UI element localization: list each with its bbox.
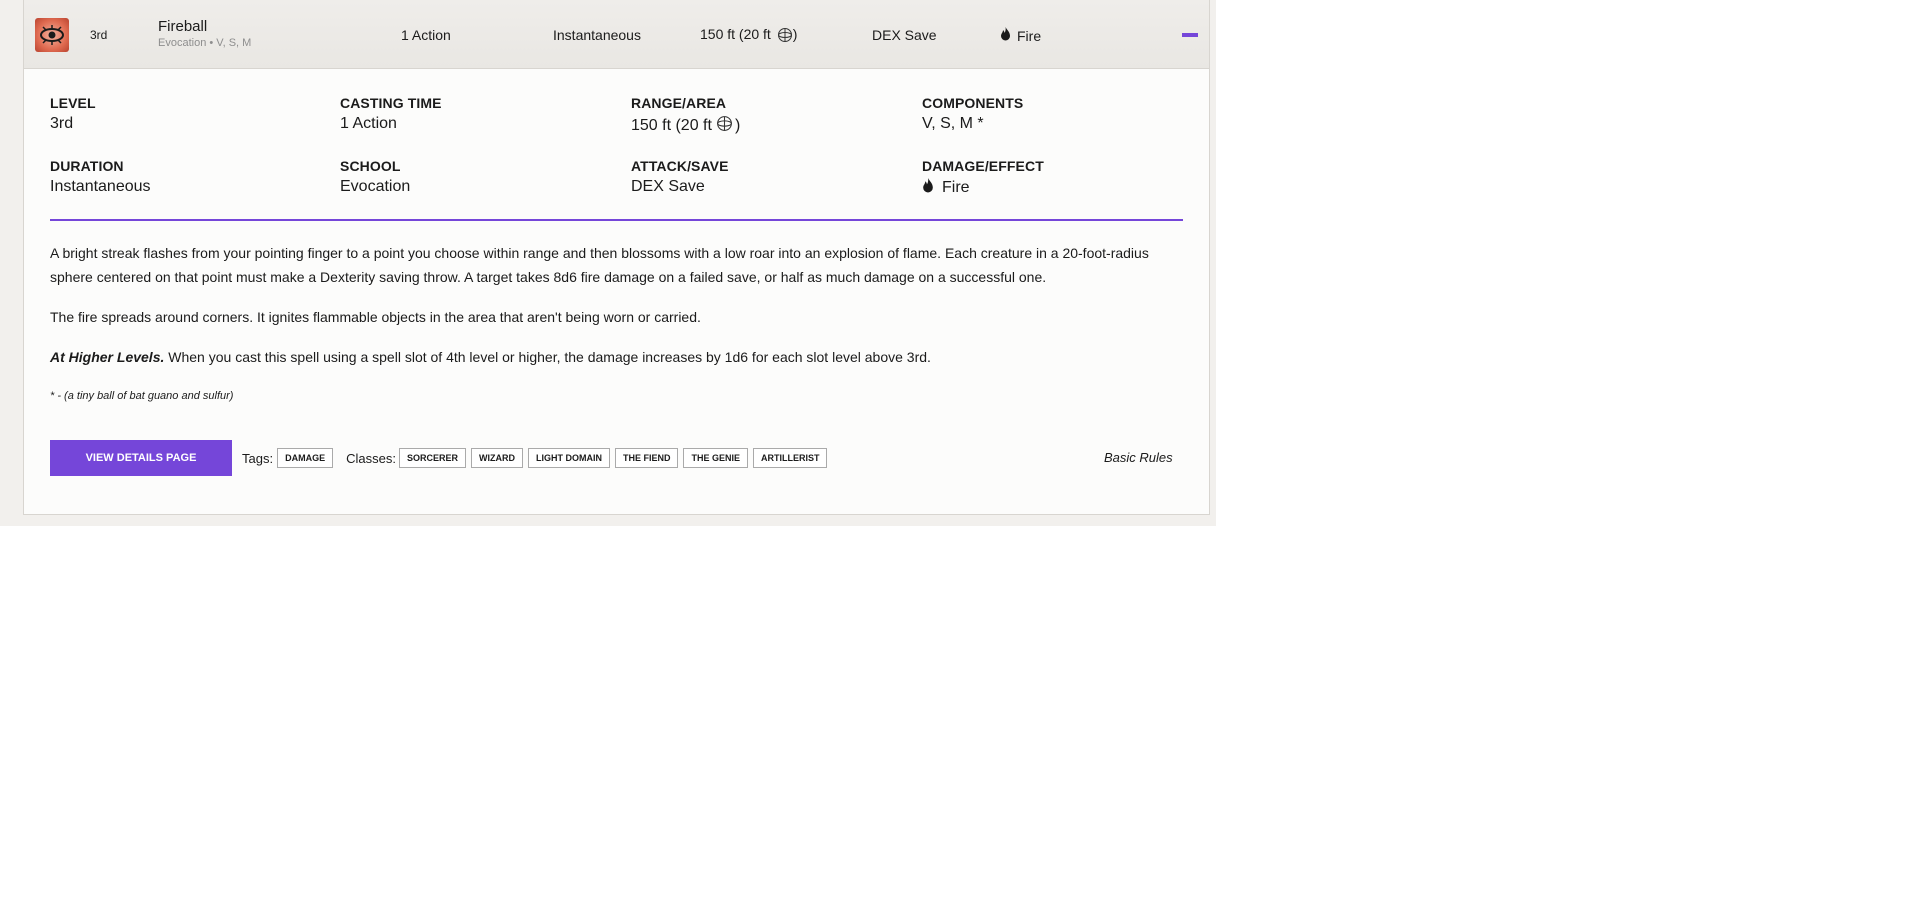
class-light-domain[interactable]: LIGHT DOMAIN — [527, 448, 610, 468]
stat-level: LEVEL 3rd — [50, 95, 96, 133]
stat-label: ATTACK/SAVE — [631, 158, 729, 174]
stat-value: 3rd — [50, 115, 74, 132]
class-artillerist[interactable]: ARTILLERIST — [752, 448, 828, 468]
sphere-icon — [777, 27, 793, 46]
stat-duration: DURATION Instantaneous — [50, 158, 151, 196]
header-damage-text: Fire — [1017, 27, 1042, 44]
header-range: 150 ft (20 ft ) — [700, 26, 797, 46]
material-components-note: * - (a tiny ball of bat guano and sulfur… — [50, 390, 234, 402]
collapse-button[interactable] — [1182, 33, 1198, 37]
stat-value: 150 ft (20 ft ) — [631, 115, 740, 137]
description-paragraph: The fire spreads around corners. It igni… — [50, 309, 701, 325]
stat-damage-effect: DAMAGE/EFFECT Fire — [922, 158, 1044, 198]
class-sorcerer[interactable]: SORCERER — [398, 448, 466, 468]
stat-value: Fire — [922, 178, 1044, 198]
range-text: 150 ft (20 ft — [631, 117, 712, 134]
stat-label: COMPONENTS — [922, 95, 1024, 111]
fireball-eye-icon — [35, 18, 69, 52]
stat-attack-save: ATTACK/SAVE DEX Save — [631, 158, 729, 196]
damage-text: Fire — [942, 179, 970, 196]
higher-levels-text: When you cast this spell using a spell s… — [164, 349, 931, 365]
view-details-button[interactable]: VIEW DETAILS PAGE — [50, 440, 232, 476]
source-book: Basic Rules — [1104, 450, 1173, 465]
stat-label: DAMAGE/EFFECT — [922, 158, 1044, 174]
stat-value: Instantaneous — [50, 178, 151, 195]
fire-icon — [1000, 27, 1011, 44]
header-range-text: 150 ft (20 ft — [700, 26, 771, 42]
sphere-icon — [716, 115, 733, 137]
class-wizard[interactable]: WIZARD — [470, 448, 523, 468]
header-level: 3rd — [90, 28, 108, 42]
header-damage: Fire — [1000, 27, 1041, 44]
classes-label: Classes: — [346, 450, 396, 466]
stat-casting-time: CASTING TIME 1 Action — [340, 95, 442, 133]
header-casting-time: 1 Action — [401, 27, 451, 43]
spell-card: 3rd Fireball Evocation • V, S, M 1 Actio… — [23, 0, 1210, 515]
stat-label: CASTING TIME — [340, 95, 442, 111]
class-the-genie[interactable]: THE GENIE — [683, 448, 748, 468]
higher-levels-label: At Higher Levels. — [50, 349, 165, 365]
tags-label: Tags: — [242, 450, 274, 466]
stat-school: SCHOOL Evocation — [340, 158, 410, 196]
stat-value: 1 Action — [340, 115, 397, 132]
section-divider — [50, 219, 1183, 221]
stat-label: LEVEL — [50, 95, 96, 111]
stat-range-area: RANGE/AREA 150 ft (20 ft ) — [631, 95, 740, 137]
stat-label: RANGE/AREA — [631, 95, 727, 111]
higher-levels-paragraph: At Higher Levels. When you cast this spe… — [50, 345, 1185, 369]
spell-name: Fireball — [158, 18, 208, 35]
stat-label: SCHOOL — [340, 158, 401, 174]
tags-and-classes: Tags: DAMAGE Classes: SORCERER WIZARD LI… — [242, 448, 832, 468]
range-close: ) — [734, 117, 741, 134]
fire-icon — [922, 178, 934, 198]
class-the-fiend[interactable]: THE FIEND — [614, 448, 679, 468]
description-paragraph: A bright streak flashes from your pointi… — [50, 245, 1149, 285]
header-attack-save: DEX Save — [872, 27, 937, 43]
stat-value: DEX Save — [631, 178, 705, 195]
header-duration: Instantaneous — [553, 27, 641, 43]
stat-label: DURATION — [50, 158, 124, 174]
spell-header-row[interactable]: 3rd Fireball Evocation • V, S, M 1 Actio… — [24, 0, 1209, 69]
tag-damage[interactable]: DAMAGE — [277, 448, 334, 468]
stat-components: COMPONENTS V, S, M * — [922, 95, 1023, 133]
stat-value: Evocation — [340, 178, 411, 195]
header-range-close: ) — [792, 26, 798, 42]
stat-value: V, S, M * — [922, 115, 984, 132]
spell-subtitle: Evocation • V, S, M — [158, 37, 252, 49]
